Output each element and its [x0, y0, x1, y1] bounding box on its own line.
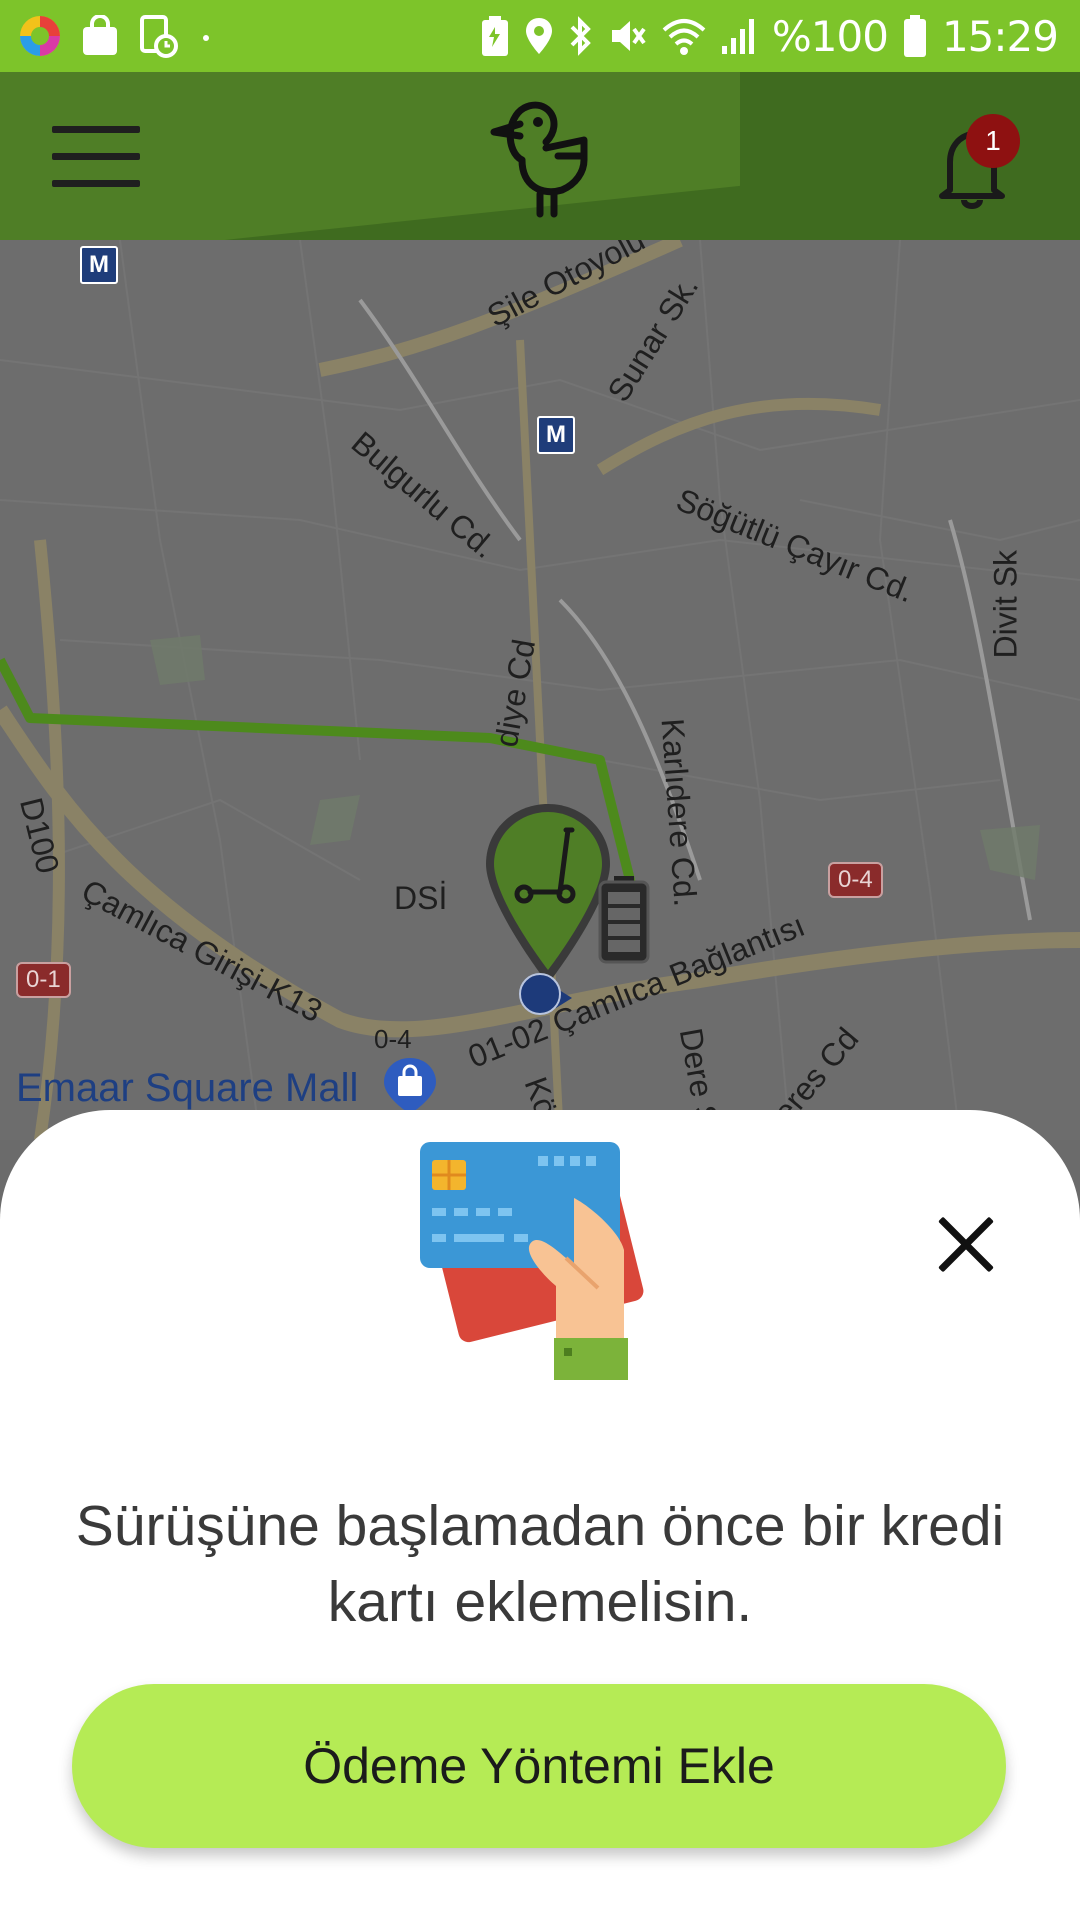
battery-level-icon: [598, 876, 650, 964]
location-icon: [525, 18, 552, 54]
signal-icon: [721, 19, 754, 54]
battery-icon: [903, 15, 926, 57]
map-street-label: Divit Sk: [987, 550, 1024, 659]
road-number-badge: 0-1: [16, 962, 71, 998]
add-payment-method-button[interactable]: Ödeme Yöntemi Ekle: [72, 1684, 1006, 1848]
dot-icon: [203, 35, 209, 41]
shopping-bag-icon: [83, 15, 117, 55]
metro-station-icon[interactable]: M: [537, 416, 575, 454]
map-view[interactable]: M M Şile Otoyolu Sunar Sk. Bulgurlu Cd. …: [0, 240, 1080, 1140]
shopping-poi-icon[interactable]: [378, 1054, 442, 1118]
wifi-icon: [662, 19, 706, 55]
clock: 15:29: [941, 11, 1059, 61]
poi-label[interactable]: Emaar Square Mall: [16, 1066, 358, 1111]
close-icon[interactable]: [934, 1212, 998, 1276]
credit-card-in-hand-icon: [420, 1142, 644, 1380]
status-bar-right: %100 15:29: [480, 0, 1059, 72]
add-card-message: Sürüşüne başlamadan önce bir kredi kartı…: [75, 1494, 1005, 1634]
map-street-label: 0-4: [374, 1024, 412, 1054]
my-location-dot-icon: [519, 973, 572, 1015]
duck-logo-icon: [490, 101, 588, 218]
battery-percentage: %100: [771, 11, 889, 61]
bluetooth-icon: [570, 16, 591, 56]
status-bar: %100 15:29: [0, 0, 1080, 72]
status-bar-left: [18, 14, 216, 58]
road-number-badge: 0-4: [828, 862, 883, 898]
multicolor-app-icon: [20, 16, 60, 56]
mute-icon: [611, 21, 646, 51]
app-header: 1: [0, 72, 1080, 240]
hamburger-menu-icon[interactable]: [52, 126, 140, 188]
map-street-label: DSİ: [394, 880, 448, 916]
notification-badge: 1: [966, 114, 1020, 168]
battery-saver-icon: [481, 16, 508, 56]
clock-file-icon: [140, 15, 178, 58]
metro-station-icon[interactable]: M: [80, 246, 118, 284]
